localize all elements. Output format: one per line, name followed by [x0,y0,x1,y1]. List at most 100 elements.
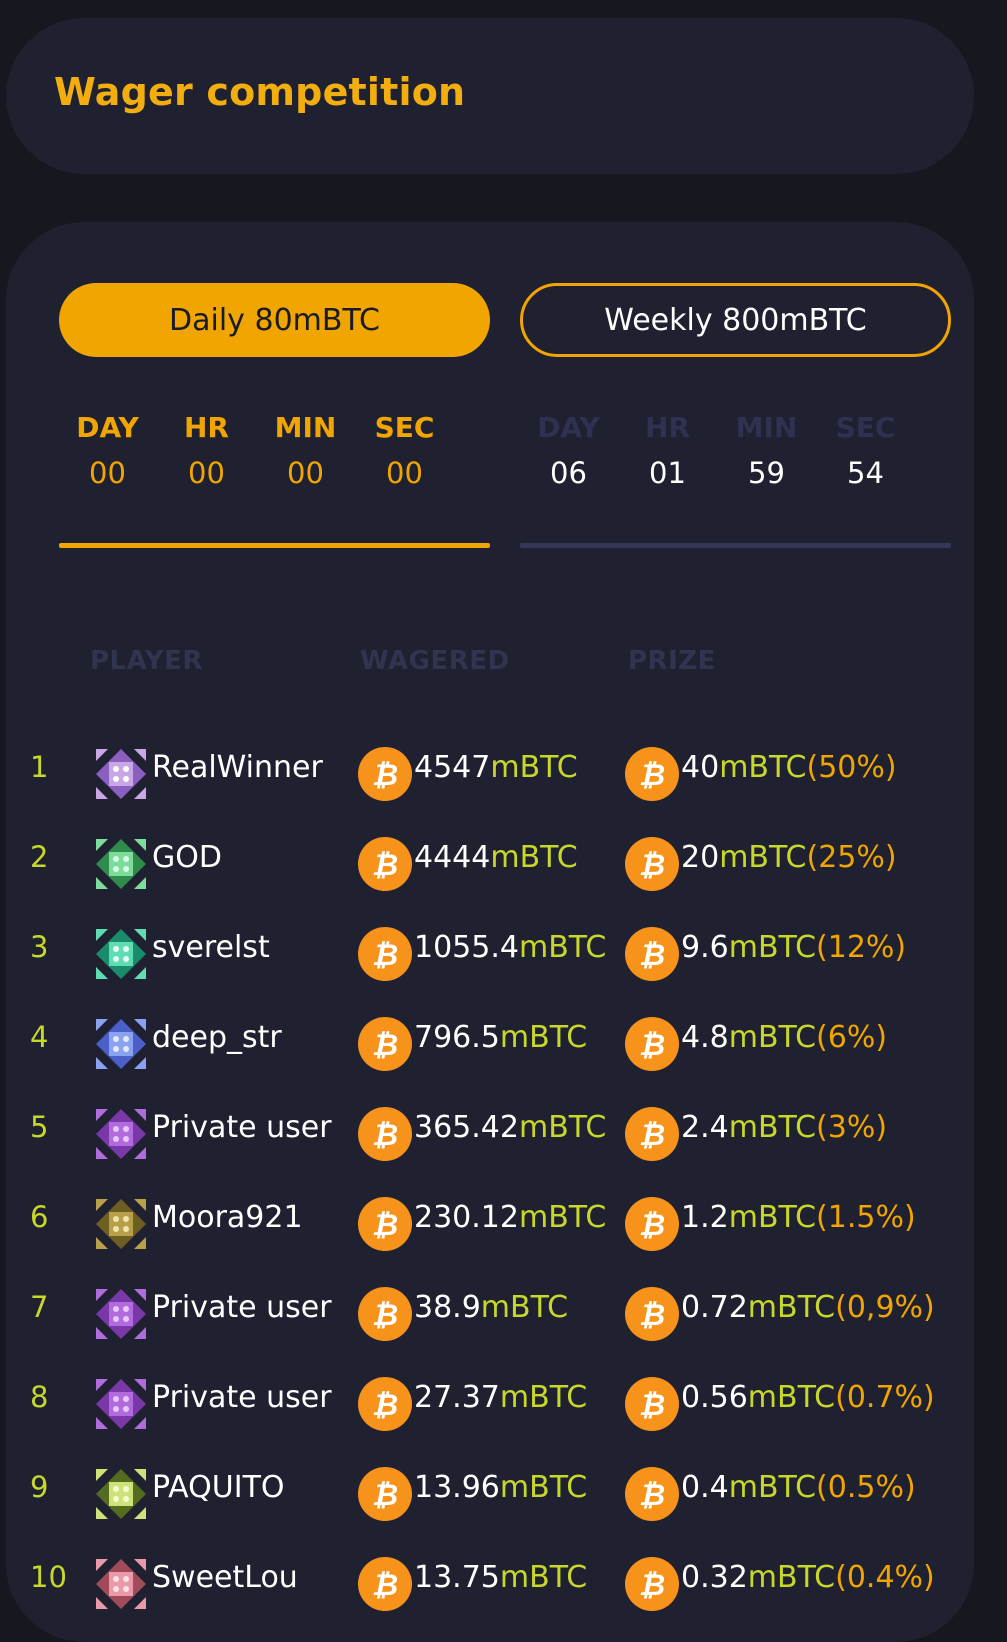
leaderboard-row: 9 PAQUITO ₿ 13.96mBTC ₿ 0.4mBTC(0.5%) [0,1448,1007,1538]
weekly-day: DAY 06 [519,408,618,492]
svg-text:₿: ₿ [639,1208,665,1243]
wagered-amount: 365.42mBTC [414,1110,606,1145]
currency-unit: mBTC [490,840,578,875]
tab-weekly[interactable]: Weekly 800mBTC [520,283,951,357]
weekly-min: MIN 59 [717,408,816,492]
wagered-value: 27.37 [414,1380,500,1415]
timer-value: 01 [649,456,686,490]
wagered-value: 1055.4 [414,930,519,965]
player-name[interactable]: Private user [152,1380,332,1415]
svg-text:₿: ₿ [639,1298,665,1333]
player-name[interactable]: Private user [152,1290,332,1325]
player-name[interactable]: PAQUITO [152,1470,285,1505]
svg-text:₿: ₿ [372,848,398,883]
svg-text:₿: ₿ [639,758,665,793]
prize-percent: (50%) [806,750,897,785]
player-name[interactable]: SweetLou [152,1560,298,1595]
avatar-violet-pattern-icon [94,1377,148,1431]
currency-unit: mBTC [728,930,817,965]
bitcoin-icon: ₿ [358,1287,412,1341]
rank-number: 6 [30,1200,49,1234]
prize-percent: (12%) [816,930,907,965]
rank-number: 4 [30,1020,49,1054]
bitcoin-icon: ₿ [358,1377,412,1431]
player-name[interactable]: deep_str [152,1020,282,1055]
leaderboard-row: 4 deep_str ₿ 796.5mBTC ₿ 4.8mBTC(6%) [0,998,1007,1088]
weekly-sec: SEC 54 [816,408,915,492]
bitcoin-icon: ₿ [358,1017,412,1071]
prize-value: 4.8 [681,1020,729,1055]
currency-unit: mBTC [719,750,807,785]
prize-value: 2.4 [681,1110,729,1145]
wagered-amount: 4547mBTC [414,750,578,785]
timer-value: 00 [188,456,225,490]
svg-text:₿: ₿ [372,938,398,973]
wagered-amount: 13.96mBTC [414,1470,587,1505]
tab-indicator-inactive [520,543,951,548]
bitcoin-icon: ₿ [625,837,679,891]
page-title: Wager competition [54,70,466,114]
weekly-hr: HR 01 [618,408,717,492]
rank-number: 2 [30,840,49,874]
currency-unit: mBTC [518,1110,607,1145]
daily-countdown: DAY 00 HR 00 MIN 00 SEC 00 [58,408,454,492]
player-name[interactable]: Private user [152,1110,332,1145]
svg-text:₿: ₿ [372,1478,398,1513]
avatar-blue-pattern-icon [94,1017,148,1071]
currency-unit: mBTC [747,1290,836,1325]
svg-text:₿: ₿ [372,1388,398,1423]
prize-percent: (25%) [806,840,897,875]
timer-unit-label: HR [645,411,690,444]
wagered-amount: 38.9mBTC [414,1290,568,1325]
rank-number: 8 [30,1380,49,1414]
avatar-violet-pattern-icon [94,1107,148,1161]
wagered-amount: 4444mBTC [414,840,578,875]
avatar-lime-pattern-icon [94,1467,148,1521]
prize-amount: 9.6mBTC(12%) [681,930,906,965]
currency-unit: mBTC [480,1290,569,1325]
bitcoin-icon: ₿ [625,1287,679,1341]
wagered-amount: 1055.4mBTC [414,930,606,965]
currency-unit: mBTC [499,1380,588,1415]
currency-unit: mBTC [747,1560,836,1595]
leaderboard-row: 6 Moora921 ₿ 230.12mBTC ₿ 1.2mBTC(1.5%) [0,1178,1007,1268]
prize-amount: 0.32mBTC(0.4%) [681,1560,935,1595]
currency-unit: mBTC [747,1380,836,1415]
player-name[interactable]: Moora921 [152,1200,303,1235]
rank-number: 1 [30,750,49,784]
prize-percent: (1.5%) [816,1200,916,1235]
player-name[interactable]: GOD [152,840,222,875]
svg-text:₿: ₿ [372,1208,398,1243]
daily-sec: SEC 00 [355,408,454,492]
wagered-value: 13.96 [414,1470,500,1505]
prize-amount: 0.72mBTC(0,9%) [681,1290,935,1325]
leaderboard-row: 2 GOD ₿ 4444mBTC ₿ 20mBTC(25%) [0,818,1007,908]
prize-percent: (0.7%) [835,1380,935,1415]
bitcoin-icon: ₿ [358,837,412,891]
bitcoin-icon: ₿ [358,927,412,981]
column-header-prize: PRIZE [628,646,716,676]
player-name[interactable]: RealWinner [152,750,323,785]
rank-number: 9 [30,1470,49,1504]
currency-unit: mBTC [719,840,807,875]
timer-value: 06 [550,456,587,490]
timer-unit-label: SEC [374,411,435,444]
daily-min: MIN 00 [256,408,355,492]
leaderboard-row: 3 sverelst ₿ 1055.4mBTC ₿ 9.6mBTC(12%) [0,908,1007,998]
currency-unit: mBTC [499,1470,588,1505]
svg-text:₿: ₿ [639,1568,665,1603]
avatar-olive-pattern-icon [94,1197,148,1251]
leaderboard-list: 1 RealWinner ₿ 4547mBTC ₿ 40mBTC(50%) 2 GOD ₿ 444… [0,728,1007,1628]
wagered-value: 13.75 [414,1560,500,1595]
avatar-green-pattern-icon [94,837,148,891]
wagered-value: 796.5 [414,1020,500,1055]
rank-number: 7 [30,1290,49,1324]
prize-value: 9.6 [681,930,729,965]
leaderboard-row: 10 SweetLou ₿ 13.75mBTC ₿ 0.32mBTC(0.4%) [0,1538,1007,1628]
prize-amount: 4.8mBTC(6%) [681,1020,887,1055]
player-name[interactable]: sverelst [152,930,270,965]
currency-unit: mBTC [499,1560,588,1595]
prize-value: 40 [681,750,720,785]
tab-daily[interactable]: Daily 80mBTC [59,283,490,357]
svg-text:₿: ₿ [372,1028,398,1063]
